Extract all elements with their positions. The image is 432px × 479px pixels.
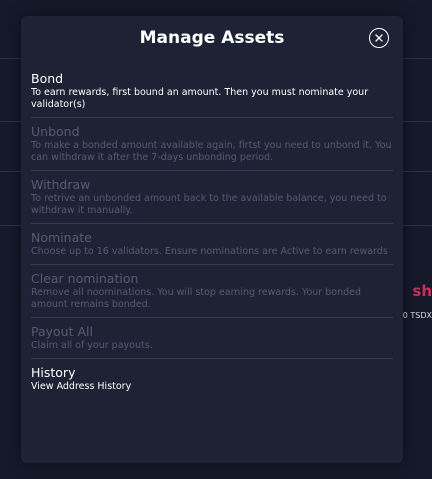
option-description: To earn rewards, first bound an amount. … <box>31 87 369 110</box>
option-description: To make a bonded amount available again,… <box>31 140 392 163</box>
option-description: Choose up to 16 validators. Ensure nomin… <box>31 246 388 257</box>
option-title: Payout All <box>31 324 93 339</box>
option-title: Unbond <box>31 124 80 139</box>
option-payout-all[interactable]: Payout All Claim all of your payouts. <box>31 323 393 359</box>
option-title: History <box>31 365 76 380</box>
option-history[interactable]: History View Address History <box>31 364 393 399</box>
option-description: Remove all noominations. You will stop e… <box>31 287 361 310</box>
option-title: Nominate <box>31 230 92 245</box>
option-description: To retrive an unbonded amount back to th… <box>31 193 387 216</box>
modal-title: Manage Assets <box>139 28 285 48</box>
option-unbond[interactable]: Unbond To make a bonded amount available… <box>31 123 393 171</box>
option-bond[interactable]: Bond To earn rewards, first bound an amo… <box>31 70 393 118</box>
option-title: Clear nomination <box>31 271 139 286</box>
manage-assets-modal: Manage Assets Bond To earn rewards, firs… <box>21 16 403 463</box>
close-icon <box>375 34 383 42</box>
option-withdraw[interactable]: Withdraw To retrive an unbonded amount b… <box>31 176 393 224</box>
modal-header: Manage Assets <box>21 16 403 60</box>
option-description: View Address History <box>31 381 132 392</box>
option-description: Claim all of your payouts. <box>31 340 153 351</box>
option-clear-nomination[interactable]: Clear nomination Remove all noominations… <box>31 270 393 318</box>
option-title: Withdraw <box>31 177 91 192</box>
background-peek-subtext: 0 TSDX <box>402 311 432 320</box>
option-nominate[interactable]: Nominate Choose up to 16 validators. Ens… <box>31 229 393 265</box>
background-peek-label: sh <box>412 282 432 300</box>
close-button[interactable] <box>369 28 389 48</box>
option-title: Bond <box>31 71 64 86</box>
options-list: Bond To earn rewards, first bound an amo… <box>31 70 393 404</box>
